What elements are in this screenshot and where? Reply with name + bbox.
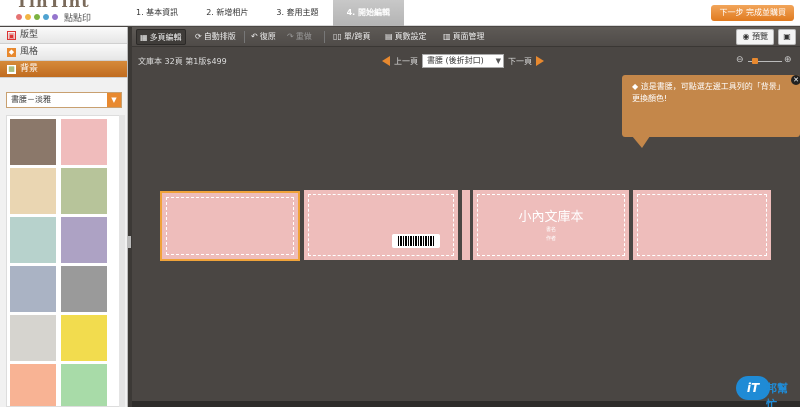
theme-select[interactable]: 書腰－淡雅 ▼	[6, 92, 122, 108]
cover-author[interactable]: 作者	[473, 235, 629, 242]
panel-layout[interactable]: ▣ 版型	[0, 27, 127, 44]
next-arrow-icon[interactable]	[536, 56, 544, 66]
save-icon: ▣	[783, 32, 791, 41]
page-front-cover[interactable]: 小內文庫本 書名 作者	[473, 190, 629, 260]
brand-logo[interactable]: TinTint 點點印	[14, 0, 114, 26]
step-add-photos[interactable]: 2. 新增相片	[192, 0, 262, 26]
brand-sub: 點點印	[64, 14, 92, 24]
layout-icon: ▣	[7, 31, 16, 40]
swatch-color[interactable]	[10, 217, 56, 263]
page-icon: ▤	[385, 32, 393, 41]
safe-area	[637, 194, 767, 256]
swatch-grid	[6, 115, 122, 407]
swatch-color[interactable]	[10, 119, 56, 165]
sidebar: ▣ 版型 ◆ 風格 ▦ 背景 書腰－淡雅 ▼	[0, 27, 128, 407]
toolbar-divider	[324, 31, 325, 43]
swatch-color[interactable]	[10, 266, 56, 312]
barcode-lines	[398, 236, 434, 246]
step-start-editing[interactable]: 4. 開始編輯	[332, 0, 404, 26]
page-front-flap[interactable]	[633, 190, 771, 260]
chevron-down-icon: ▼	[107, 93, 121, 107]
preview-button[interactable]: ◉ 預覽	[736, 29, 774, 45]
prev-page-link[interactable]: 上一頁	[394, 56, 418, 67]
page-select[interactable]: 書腰 (後折封口) ▼	[422, 54, 504, 68]
next-finish-button[interactable]: 下一步 完成並購買	[711, 5, 794, 21]
zoom-in-icon[interactable]: ⊕	[784, 55, 792, 65]
swatch-color[interactable]	[61, 364, 107, 406]
background-icon: ▦	[7, 65, 16, 74]
barcode	[392, 234, 440, 248]
prev-arrow-icon[interactable]	[382, 56, 390, 66]
step-apply-theme[interactable]: 3. 套用主題	[262, 0, 332, 26]
swatch-color[interactable]	[61, 266, 107, 312]
editor-canvas: 文庫本 32頁 第1版$499 上一頁 書腰 (後折封口) ▼ 下一頁 ⊖ ⊕ …	[132, 48, 800, 407]
pages-icon: ▥	[443, 32, 451, 41]
grid-icon: ▦	[140, 33, 148, 42]
style-icon: ◆	[7, 48, 16, 57]
single-spread-button[interactable]: ▯▯ 單/跨頁	[330, 29, 374, 45]
watermark-logo: iT 邦幫忙	[736, 374, 798, 407]
swatch-scrollbar[interactable]	[119, 115, 125, 407]
watermark-text: 邦幫忙	[766, 382, 788, 407]
editor-toolbar: ▦ 多頁編輯 ⟳ 自動排版 ↶ 復原 ↷ 重做 ▯▯ 單/跨頁 ▤ 頁數設定 ▥ 頁面管理 ◉…	[132, 27, 800, 47]
chevron-down-icon: ▼	[495, 57, 501, 65]
panel-background[interactable]: ▦ 背景	[0, 61, 127, 78]
refresh-icon: ⟳	[195, 32, 202, 41]
next-page-link[interactable]: 下一頁	[508, 56, 532, 67]
page-navigator: 上一頁 書腰 (後折封口) ▼ 下一頁	[382, 54, 544, 68]
zoom-control: ⊖ ⊕	[736, 55, 796, 67]
zoom-out-icon[interactable]: ⊖	[736, 55, 744, 65]
swatch-color[interactable]	[61, 168, 107, 214]
tooltip-tail	[632, 136, 650, 148]
tooltip-text: ◆ 這是書腰，可點選左邊工具列的「背景」更換顏色!	[632, 82, 785, 103]
brand-dots	[16, 14, 58, 20]
splitter-grip[interactable]	[128, 236, 131, 248]
multi-page-edit-button[interactable]: ▦ 多頁編輯	[136, 29, 186, 45]
cover-title[interactable]: 小內文庫本	[473, 206, 629, 225]
swatch-color[interactable]	[61, 315, 107, 361]
book-icon: ▯▯	[333, 32, 342, 41]
swatch-color[interactable]	[10, 168, 56, 214]
save-button[interactable]: ▣	[778, 29, 796, 45]
page-back-flap[interactable]	[160, 191, 300, 261]
tooltip-callout: ◆ 這是書腰，可點選左邊工具列的「背景」更換顏色!	[622, 75, 800, 137]
redo-button[interactable]: ↷ 重做	[284, 29, 315, 45]
watermark-badge: iT	[736, 376, 770, 400]
swatch-color[interactable]	[61, 217, 107, 263]
cover-book-name[interactable]: 書名	[473, 226, 629, 233]
undo-button[interactable]: ↶ 復原	[248, 29, 279, 45]
top-bar: TinTint 點點印 1. 基本資訊 2. 新增相片 3. 套用主題 4. 開…	[0, 0, 800, 26]
toolbar-divider	[244, 31, 245, 43]
safe-area	[477, 194, 625, 256]
redo-icon: ↷	[287, 32, 294, 41]
page-count-button[interactable]: ▤ 頁數設定	[382, 29, 430, 45]
auto-layout-button[interactable]: ⟳ 自動排版	[192, 29, 239, 45]
undo-icon: ↶	[251, 32, 258, 41]
page-manage-button[interactable]: ▥ 頁面管理	[440, 29, 488, 45]
page-back-cover[interactable]	[304, 190, 458, 260]
step-tabs: 1. 基本資訊 2. 新增相片 3. 套用主題 4. 開始編輯	[122, 0, 404, 26]
zoom-slider-handle[interactable]	[752, 58, 758, 64]
eye-icon: ◉	[742, 32, 750, 41]
close-icon[interactable]: ✕	[791, 75, 800, 85]
page-spine[interactable]	[462, 190, 470, 260]
book-info: 文庫本 32頁 第1版$499	[138, 57, 227, 66]
step-basic-info[interactable]: 1. 基本資訊	[122, 0, 192, 26]
safe-area	[166, 197, 294, 255]
swatch-color[interactable]	[10, 364, 56, 406]
brand-name: TinTint	[16, 0, 90, 11]
panel-style[interactable]: ◆ 風格	[0, 44, 127, 61]
thumbnail-strip[interactable]	[132, 401, 800, 407]
swatch-color[interactable]	[61, 119, 107, 165]
swatch-color[interactable]	[10, 315, 56, 361]
